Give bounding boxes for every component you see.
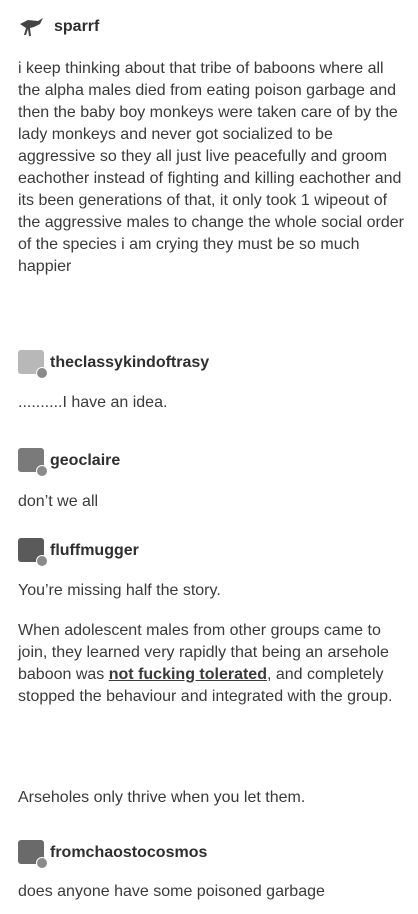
reblog-badge-icon [36, 465, 48, 477]
post-header: fluffmugger [18, 538, 139, 567]
post-header: theclassykindoftrasy [18, 350, 209, 379]
avatar[interactable] [18, 448, 48, 477]
post-text: You’re missing half the story. [18, 582, 221, 599]
post-text: Arseholes only thrive when you let them. [18, 789, 306, 806]
username-link[interactable]: fluffmugger [50, 540, 139, 562]
username-link[interactable]: theclassykindoftrasy [50, 352, 209, 374]
post-text: ..........I have an idea. [18, 394, 168, 411]
post-text: i keep thinking about that tribe of babo… [18, 60, 404, 275]
post-text: don’t we all [18, 493, 99, 510]
post-text: does anyone have some poisoned garbage [18, 883, 325, 900]
username-link[interactable]: sparrf [54, 16, 99, 38]
post-header: geoclaire [18, 448, 120, 477]
username-link[interactable]: geoclaire [50, 450, 120, 472]
avatar[interactable] [18, 350, 48, 379]
post-header: fromchaostocosmos [18, 840, 207, 869]
emphasized-text: not fucking tolerated [108, 666, 267, 683]
avatar[interactable] [18, 538, 48, 567]
post-text: When adolescent males from other groups … [18, 620, 410, 708]
username-link[interactable]: fromchaostocosmos [50, 842, 207, 864]
reblog-badge-icon [36, 857, 48, 869]
bird-icon[interactable] [18, 14, 44, 40]
reblog-badge-icon [36, 367, 48, 379]
reblog-badge-icon [36, 555, 48, 567]
avatar[interactable] [18, 840, 48, 869]
post-header: sparrf [18, 14, 99, 40]
